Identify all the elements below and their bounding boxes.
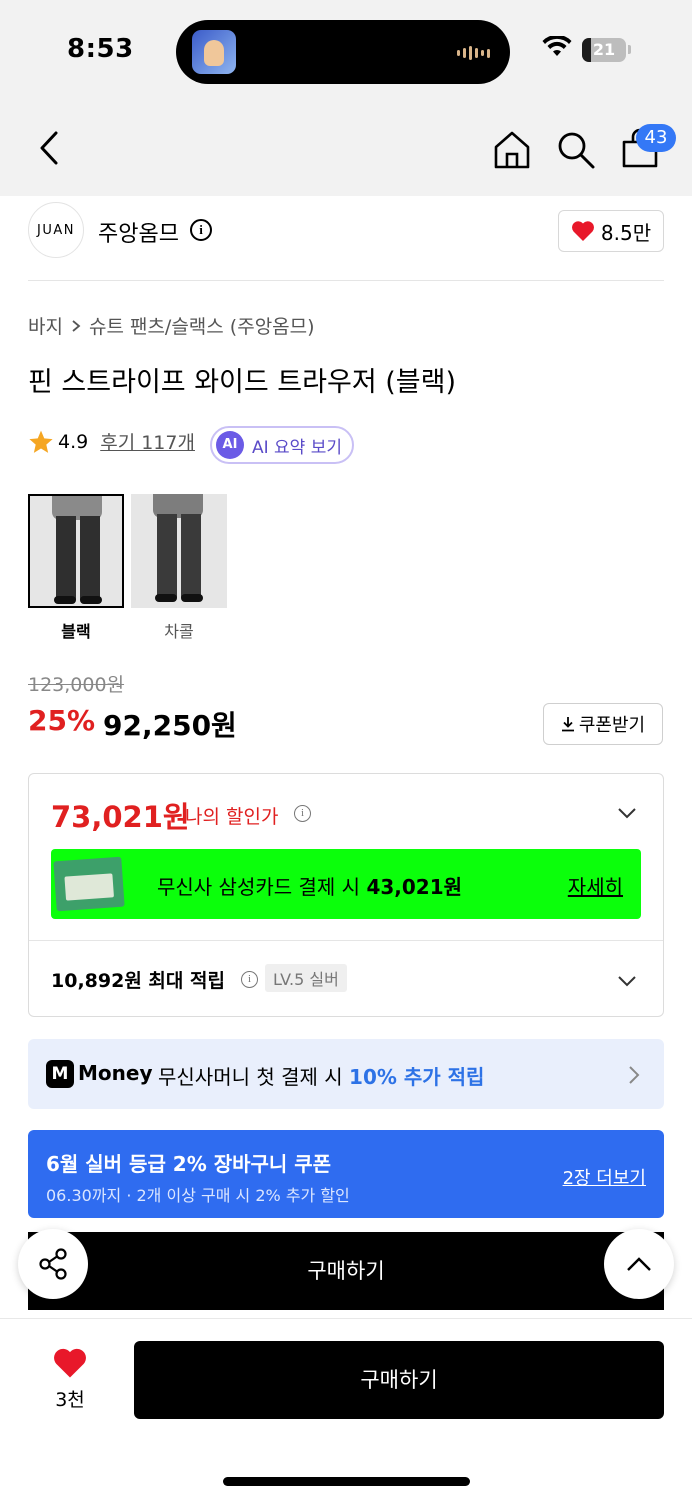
- status-bar: 8:53 21: [0, 0, 692, 100]
- heart-icon: [571, 221, 594, 241]
- coupon-title: 6월 실버 등급 2% 장바구니 쿠폰: [46, 1152, 332, 1176]
- breadcrumb: 바지 슈트 팬츠/슬랙스 (주앙옴므): [28, 312, 315, 339]
- chevron-down-icon[interactable]: [617, 974, 637, 988]
- brand-like-count: 8.5만: [600, 220, 652, 245]
- coupon-subtitle: 06.30까지 · 2개 이상 구매 시 2% 추가 할인: [46, 1186, 350, 1205]
- money-logo-icon: M: [46, 1060, 74, 1088]
- wishlist-count: 3천: [55, 1389, 85, 1411]
- info-icon[interactable]: i: [190, 219, 212, 241]
- card-detail-link[interactable]: 자세히: [568, 871, 623, 900]
- divider: [29, 940, 663, 941]
- chevron-right-icon: [629, 1066, 640, 1084]
- dynamic-island[interactable]: [176, 20, 510, 84]
- variant-label: 블랙: [61, 622, 91, 641]
- max-points: 10,892원 최대 적립: [51, 970, 225, 992]
- my-discount-label: 나의 할인가: [185, 806, 279, 828]
- coupon-more-link[interactable]: 2장 더보기: [563, 1164, 646, 1190]
- cart-coupon-banner[interactable]: 6월 실버 등급 2% 장바구니 쿠폰 06.30까지 · 2개 이상 구매 시…: [28, 1130, 664, 1218]
- musinsa-money-banner[interactable]: M Money 무신사머니 첫 결제 시 10% 추가 적립: [28, 1039, 664, 1109]
- ai-summary-label: AI 요약 보기: [252, 437, 343, 458]
- brand-name[interactable]: 주앙옴므: [98, 216, 179, 248]
- member-level-badge: LV.5 실버: [265, 964, 347, 992]
- discount-detail-box: 73,021원 나의 할인가 i 무신사 삼성카드 결제 시 43,021원 자…: [28, 773, 664, 1017]
- card-image: [53, 856, 125, 912]
- chevron-up-icon: [627, 1257, 651, 1271]
- cart-count-badge: 43: [636, 124, 676, 152]
- coupon-download-button[interactable]: 쿠폰받기: [543, 703, 663, 745]
- info-icon[interactable]: i: [241, 971, 258, 988]
- brand-logo[interactable]: JUAN: [28, 202, 84, 258]
- rating-row: 4.9 후기 117개: [28, 428, 195, 455]
- scroll-top-button[interactable]: [604, 1229, 674, 1299]
- variant-thumbnail-black[interactable]: [28, 494, 124, 608]
- search-icon[interactable]: [556, 130, 596, 170]
- original-price: 123,000원: [28, 674, 125, 696]
- top-nav-bar: [0, 100, 692, 196]
- star-icon: [29, 430, 53, 453]
- ai-icon: AI: [216, 431, 244, 459]
- brand-like-button[interactable]: 8.5만: [558, 210, 664, 252]
- buy-button[interactable]: 구매하기: [134, 1341, 664, 1419]
- variant-label: 차콜: [164, 622, 194, 641]
- rating-value: 4.9: [58, 430, 89, 453]
- home-icon[interactable]: [492, 130, 532, 170]
- variant-thumbnail-charcoal[interactable]: [131, 494, 227, 608]
- product-title: 핀 스트라이프 와이드 트라우저 (블랙): [28, 367, 456, 398]
- status-time: 8:53: [67, 34, 134, 64]
- home-indicator: [223, 1477, 470, 1486]
- divider: [28, 280, 664, 281]
- info-icon[interactable]: i: [294, 805, 311, 822]
- back-arrow-icon[interactable]: [34, 130, 64, 166]
- chevron-down-icon[interactable]: [617, 806, 637, 820]
- download-icon: [561, 717, 574, 732]
- chevron-right-icon: [72, 319, 81, 332]
- battery-icon: 21: [582, 38, 626, 62]
- discount-rate: 25%: [28, 704, 96, 737]
- my-discount-price: 73,021원: [51, 800, 190, 834]
- ai-summary-button[interactable]: AI AI 요약 보기: [210, 426, 355, 464]
- sale-price: 92,250원: [103, 709, 237, 742]
- buy-button-inline[interactable]: 구매하기: [28, 1232, 664, 1310]
- card-promo-banner[interactable]: 무신사 삼성카드 결제 시 43,021원 자세히: [51, 849, 641, 919]
- share-icon: [39, 1248, 67, 1280]
- audio-wave-icon: [457, 46, 490, 60]
- breadcrumb-item[interactable]: 슈트 팬츠/슬랙스 (주앙옴므): [89, 312, 315, 339]
- share-button[interactable]: [18, 1229, 88, 1299]
- wishlist-heart-icon[interactable]: [52, 1347, 88, 1379]
- bottom-action-bar: 3천 구매하기: [0, 1318, 692, 1500]
- now-playing-artwork: [192, 30, 236, 74]
- breadcrumb-item[interactable]: 바지: [28, 312, 63, 339]
- review-count-link[interactable]: 후기 117개: [100, 428, 195, 455]
- wifi-icon: [542, 36, 572, 56]
